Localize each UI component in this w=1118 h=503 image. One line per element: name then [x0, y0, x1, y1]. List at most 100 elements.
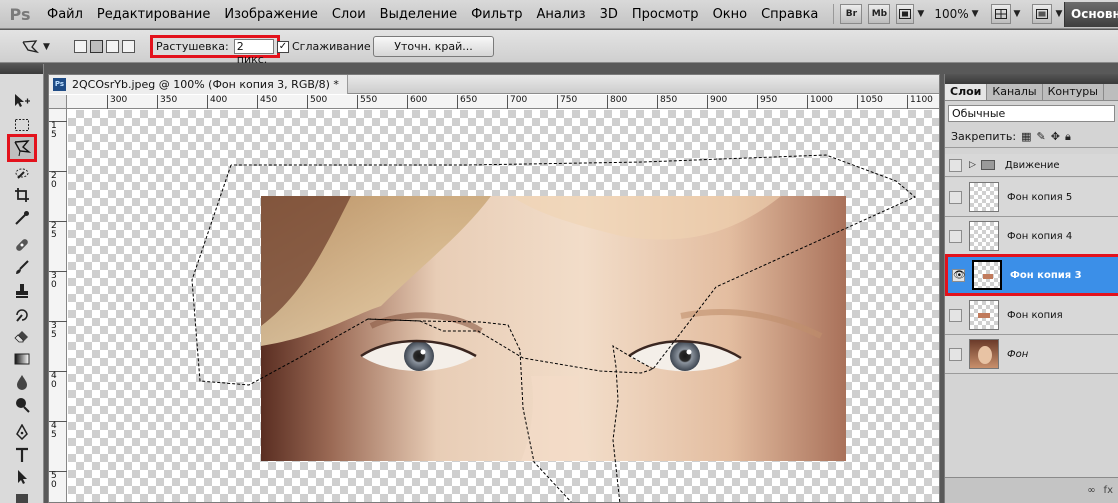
move-icon[interactable] — [10, 90, 34, 112]
menu-analysis[interactable]: Анализ — [530, 7, 593, 22]
path-select-icon[interactable] — [10, 466, 34, 488]
dodge-icon[interactable] — [10, 394, 34, 416]
layers-panel-grip[interactable] — [945, 74, 1118, 84]
screen-mode-button[interactable] — [1032, 4, 1053, 24]
menu-filter[interactable]: Фильтр — [464, 7, 529, 22]
lock-position-icon[interactable]: ✥ — [1051, 130, 1060, 143]
eraser-icon[interactable] — [10, 326, 34, 348]
grid-icon — [994, 9, 1007, 19]
menu-view[interactable]: Просмотр — [625, 7, 706, 22]
link-layers-icon[interactable]: ∞ — [1087, 485, 1095, 496]
ruler-tick: 1050 — [857, 95, 883, 109]
photoshop-document-icon: Ps — [53, 77, 66, 91]
tools-panel-grip[interactable] — [0, 64, 43, 74]
view-extras-button[interactable] — [896, 4, 915, 24]
expand-triangle-icon[interactable]: ▷ — [969, 160, 976, 170]
chevron-down-icon[interactable]: ▼ — [1014, 9, 1021, 19]
thumb-content — [978, 313, 990, 318]
arrange-documents-button[interactable] — [990, 4, 1011, 24]
layer-thumbnail — [969, 182, 999, 212]
tab-paths[interactable]: Контуры — [1043, 84, 1104, 100]
marquee-icon[interactable] — [10, 114, 34, 136]
launch-bridge-button[interactable]: Br — [840, 4, 863, 24]
healing-brush-icon[interactable] — [10, 234, 34, 256]
intersect-selection-mode-button[interactable] — [122, 40, 135, 53]
ruler-origin[interactable] — [49, 95, 67, 109]
new-selection-mode-button[interactable] — [74, 40, 87, 53]
polygonal-lasso-icon[interactable] — [7, 134, 37, 162]
chevron-down-icon[interactable]: ▼ — [917, 9, 924, 19]
tool-preset-picker[interactable]: ▼ — [20, 30, 50, 63]
menu-select[interactable]: Выделение — [373, 7, 464, 22]
chevron-down-icon[interactable]: ▼ — [1055, 9, 1062, 19]
blend-mode-select[interactable]: Обычные — [948, 105, 1115, 122]
workspace-switcher-button[interactable]: Основна — [1064, 2, 1118, 27]
blur-icon[interactable] — [10, 371, 34, 393]
launch-minibridge-button[interactable]: Mb — [868, 4, 891, 24]
screen-mode-icon — [1036, 9, 1049, 19]
layer-row[interactable]: Фон копия 4 — [945, 217, 1118, 256]
horizontal-ruler[interactable]: 300 350 400 450 500 550 600 650 700 750 … — [67, 95, 939, 109]
ruler-tick: 450 — [257, 95, 277, 109]
layer-thumbnail — [969, 221, 999, 251]
brush-icon[interactable] — [10, 256, 34, 278]
layer-row[interactable]: Фон копия — [945, 296, 1118, 335]
visibility-toggle[interactable] — [949, 158, 962, 172]
ruler-tick: 5 — [51, 430, 57, 440]
menu-edit[interactable]: Редактирование — [90, 7, 217, 22]
ruler-tick: 650 — [457, 95, 477, 109]
layers-panel: Слои Каналы Контуры Обычные Закрепить: ▦… — [944, 74, 1118, 503]
visibility-toggle[interactable] — [949, 347, 962, 361]
lock-image-pixels-icon[interactable]: ✎ — [1037, 130, 1046, 143]
visibility-toggle[interactable] — [949, 308, 962, 322]
eye-icon[interactable]: 👁︎ — [952, 268, 966, 282]
menu-file[interactable]: Файл — [40, 7, 90, 22]
ruler-tick: 0 — [51, 380, 57, 390]
chevron-down-icon[interactable]: ▼ — [972, 9, 979, 19]
tab-layers[interactable]: Слои — [945, 84, 988, 100]
lock-transparency-icon[interactable]: ▦ — [1021, 130, 1031, 143]
thumb-content — [983, 274, 993, 279]
document-tab[interactable]: Ps 2QCOsrYb.jpeg @ 100% (Фон копия 3, RG… — [49, 75, 348, 94]
layer-row[interactable]: Фон копия 5 — [945, 178, 1118, 217]
ruler-tick: 400 — [207, 95, 227, 109]
document-window: Ps 2QCOsrYb.jpeg @ 100% (Фон копия 3, RG… — [48, 74, 940, 503]
selection-marquee — [191, 154, 916, 502]
quick-select-icon[interactable] — [10, 162, 34, 184]
gradient-icon[interactable] — [10, 348, 34, 370]
layer-name: Фон копия 4 — [1007, 230, 1073, 242]
refine-edge-button[interactable]: Уточн. край... — [373, 36, 494, 57]
layer-style-icon[interactable]: fx — [1104, 485, 1113, 496]
zoom-level-select[interactable]: 100% — [934, 7, 968, 21]
menu-window[interactable]: Окно — [706, 7, 755, 22]
subtract-selection-mode-button[interactable] — [106, 40, 119, 53]
type-icon[interactable] — [10, 444, 34, 466]
vertical-ruler[interactable]: 1 5 2 0 2 5 3 0 3 5 4 0 4 5 5 0 — [49, 109, 67, 502]
add-selection-mode-button[interactable] — [90, 40, 103, 53]
layer-row-selected[interactable]: 👁︎ Фон копия 3 — [945, 254, 1118, 296]
lock-all-icon[interactable]: 🔒︎ — [1065, 130, 1071, 144]
menu-layers[interactable]: Слои — [325, 7, 373, 22]
shape-icon[interactable] — [10, 488, 34, 503]
visibility-toggle[interactable] — [949, 229, 962, 243]
tab-channels[interactable]: Каналы — [987, 84, 1043, 100]
ruler-tick: 0 — [51, 180, 57, 190]
menu-3d[interactable]: 3D — [593, 7, 625, 22]
ruler-tick: 0 — [51, 280, 57, 290]
eyedropper-icon[interactable] — [10, 207, 34, 229]
canvas[interactable] — [68, 110, 939, 502]
feather-input[interactable]: 2 пикс. — [233, 39, 274, 66]
visibility-toggle[interactable] — [949, 190, 962, 204]
crop-icon[interactable] — [10, 184, 34, 206]
menu-image[interactable]: Изображение — [217, 7, 324, 22]
lock-row: Закрепить: ▦ ✎ ✥ 🔒︎ — [945, 126, 1118, 148]
stamp-icon[interactable] — [10, 280, 34, 302]
layer-name: Фон копия — [1007, 309, 1063, 321]
layer-group-row[interactable]: ▷ Движение — [945, 154, 1118, 177]
layer-row[interactable]: Фон — [945, 335, 1118, 374]
ruler-tick: 5 — [51, 230, 57, 240]
antialias-checkbox[interactable]: ✓ — [277, 40, 289, 53]
menu-help[interactable]: Справка — [754, 7, 825, 22]
pen-icon[interactable] — [10, 421, 34, 443]
history-brush-icon[interactable] — [10, 304, 34, 326]
